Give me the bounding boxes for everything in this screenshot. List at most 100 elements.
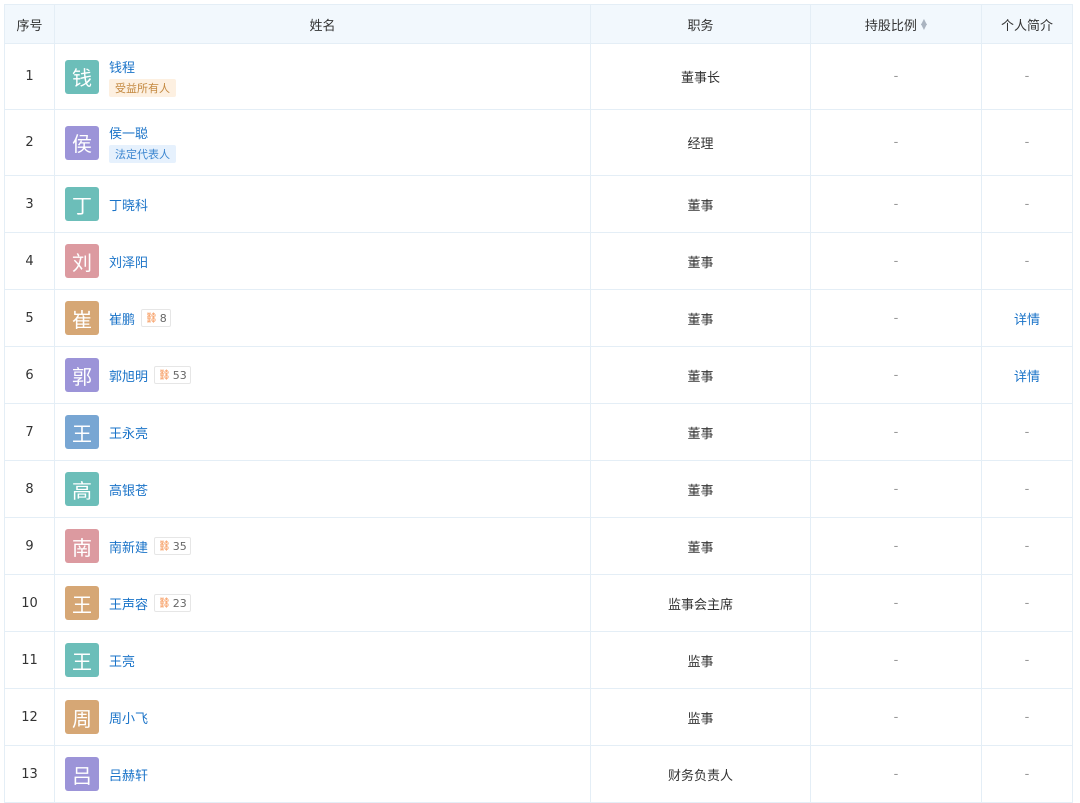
row-number: 9 [5, 518, 55, 574]
person-info: 刘泽阳 [109, 252, 148, 271]
avatar[interactable]: 丁 [65, 187, 99, 221]
bio-empty: - [1024, 135, 1030, 150]
avatar[interactable]: 钱 [65, 59, 99, 94]
person-name-link[interactable]: 王永亮 [109, 423, 148, 442]
person-info: 高银苍 [109, 480, 148, 499]
avatar[interactable]: 高 [65, 472, 99, 506]
row-number: 5 [5, 290, 55, 346]
person-name-link[interactable]: 王亮 [109, 651, 135, 670]
bio-empty: - [1024, 652, 1030, 668]
relation-count-badge[interactable]: ⛓ 53 [154, 366, 191, 384]
header-share[interactable]: 持股比例 ▲ ▼ [811, 5, 982, 43]
share-cell: - [811, 575, 982, 631]
name-cell: 周周小飞 [55, 689, 591, 745]
name-cell: 王王永亮 [55, 404, 591, 460]
personnel-table: 序号 姓名 职务 持股比例 ▲ ▼ 个人简介 1 钱钱程 受益所有人 董事长 - -2 侯侯一… [4, 4, 1073, 803]
bio-cell: - [982, 632, 1073, 688]
table-row: 9 南南新建 ⛓ 35 董事 - - [5, 518, 1073, 575]
table-row: 12 周周小飞 监事 - - [5, 689, 1073, 746]
header-no: 序号 [5, 5, 55, 43]
bio-cell: 详情 [982, 290, 1073, 346]
person-name-link[interactable]: 吕赫轩 [109, 765, 148, 784]
person-name-link[interactable]: 郭旭明 [109, 366, 148, 385]
row-number: 8 [5, 461, 55, 517]
person-name-link[interactable]: 丁晓科 [109, 195, 148, 214]
share-cell: - [811, 347, 982, 403]
avatar[interactable]: 侯 [65, 125, 99, 160]
person-info: 南新建 ⛓ 35 [109, 537, 191, 556]
bio-cell: - [982, 461, 1073, 517]
table-row: 3 丁丁晓科 董事 - - [5, 176, 1073, 233]
name-cell: 王王亮 [55, 632, 591, 688]
avatar[interactable]: 王 [65, 643, 99, 677]
bio-detail-link[interactable]: 详情 [1014, 366, 1040, 385]
bio-empty: - [1024, 253, 1030, 269]
person-info: 王声容 ⛓ 23 [109, 594, 191, 613]
person-name-link[interactable]: 侯一聪 [109, 123, 148, 142]
row-number: 3 [5, 176, 55, 232]
position-cell: 监事会主席 [591, 575, 811, 631]
row-number: 7 [5, 404, 55, 460]
person-info: 丁晓科 [109, 195, 148, 214]
person-info: 侯一聪 法定代表人 [109, 123, 176, 163]
person-info: 王亮 [109, 651, 135, 670]
bio-cell: - [982, 689, 1073, 745]
share-cell: - [811, 746, 982, 802]
person-name-link[interactable]: 周小飞 [109, 708, 148, 727]
position-cell: 董事 [591, 290, 811, 346]
header-name: 姓名 [55, 5, 591, 43]
row-number: 12 [5, 689, 55, 745]
person-name-link[interactable]: 崔鹏 [109, 309, 135, 328]
table-row: 13 吕吕赫轩 财务负责人 - - [5, 746, 1073, 803]
row-number: 4 [5, 233, 55, 289]
bio-detail-link[interactable]: 详情 [1014, 309, 1040, 328]
name-cell: 刘刘泽阳 [55, 233, 591, 289]
person-name-link[interactable]: 高银苍 [109, 480, 148, 499]
bio-cell: - [982, 233, 1073, 289]
header-bio: 个人简介 [982, 5, 1073, 43]
avatar[interactable]: 郭 [65, 358, 99, 392]
sort-icon[interactable]: ▲ ▼ [921, 18, 927, 31]
relation-count: 8 [159, 311, 167, 325]
share-cell: - [811, 461, 982, 517]
relation-count-badge[interactable]: ⛓ 35 [154, 537, 191, 555]
bio-cell: - [982, 44, 1073, 109]
avatar[interactable]: 王 [65, 586, 99, 620]
bio-cell: 详情 [982, 347, 1073, 403]
header-position: 职务 [591, 5, 811, 43]
position-cell: 董事长 [591, 44, 811, 109]
relation-count: 23 [172, 596, 187, 610]
table-row: 8 高高银苍 董事 - - [5, 461, 1073, 518]
position-cell: 经理 [591, 110, 811, 175]
relation-count-badge[interactable]: ⛓ 23 [154, 594, 191, 612]
relation-count-badge[interactable]: ⛓ 8 [141, 309, 171, 327]
avatar[interactable]: 周 [65, 700, 99, 734]
person-info: 郭旭明 ⛓ 53 [109, 366, 191, 385]
avatar[interactable]: 吕 [65, 757, 99, 791]
person-info: 崔鹏 ⛓ 8 [109, 309, 171, 328]
table-row: 4 刘刘泽阳 董事 - - [5, 233, 1073, 290]
person-info: 周小飞 [109, 708, 148, 727]
position-cell: 监事 [591, 632, 811, 688]
table-row: 11 王王亮 监事 - - [5, 632, 1073, 689]
person-name-link[interactable]: 王声容 [109, 594, 148, 613]
share-cell: - [811, 110, 982, 175]
position-cell: 董事 [591, 518, 811, 574]
avatar[interactable]: 南 [65, 529, 99, 563]
bio-cell: - [982, 746, 1073, 802]
name-cell: 钱钱程 受益所有人 [55, 44, 591, 109]
header-share-label: 持股比例 [864, 18, 917, 34]
bio-cell: - [982, 110, 1073, 175]
avatar[interactable]: 崔 [65, 301, 99, 335]
bio-empty: - [1024, 595, 1030, 611]
avatar[interactable]: 王 [65, 415, 99, 449]
bio-empty: - [1024, 196, 1030, 212]
share-cell: - [811, 290, 982, 346]
person-name-link[interactable]: 刘泽阳 [109, 252, 148, 271]
avatar[interactable]: 刘 [65, 244, 99, 278]
person-name-link[interactable]: 南新建 [109, 537, 148, 556]
position-cell: 董事 [591, 176, 811, 232]
relation-graph-icon: ⛓ [145, 312, 158, 324]
relation-count: 53 [172, 368, 187, 382]
person-name-link[interactable]: 钱程 [109, 57, 135, 76]
